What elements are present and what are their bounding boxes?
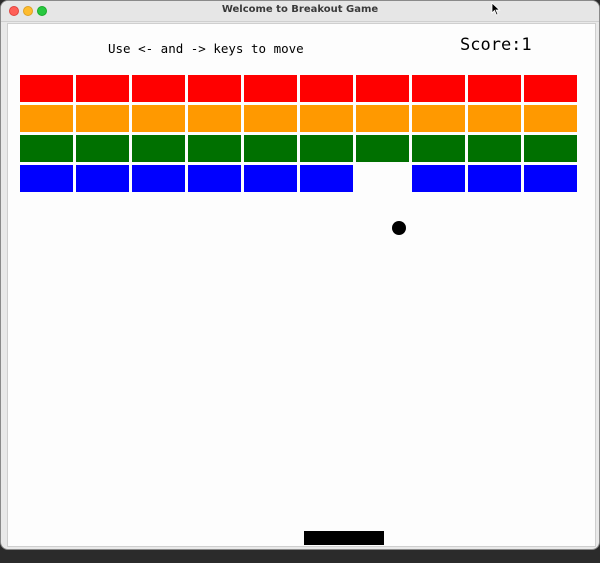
mouse-pointer-icon bbox=[491, 2, 501, 16]
brick bbox=[468, 135, 521, 162]
title-bar[interactable]: Welcome to Breakout Game bbox=[1, 1, 599, 22]
brick bbox=[356, 135, 409, 162]
brick bbox=[412, 165, 465, 192]
brick bbox=[300, 75, 353, 102]
brick bbox=[468, 165, 521, 192]
brick bbox=[20, 105, 73, 132]
brick bbox=[132, 135, 185, 162]
brick bbox=[412, 105, 465, 132]
brick bbox=[188, 165, 241, 192]
brick bbox=[356, 75, 409, 102]
brick bbox=[76, 135, 129, 162]
brick bbox=[76, 165, 129, 192]
brick bbox=[132, 165, 185, 192]
brick bbox=[244, 105, 297, 132]
brick bbox=[20, 135, 73, 162]
brick bbox=[244, 165, 297, 192]
game-window: Welcome to Breakout Game Use <- and -> k… bbox=[0, 0, 600, 550]
brick bbox=[20, 75, 73, 102]
brick bbox=[468, 105, 521, 132]
brick bbox=[20, 165, 73, 192]
desktop-background bbox=[0, 550, 600, 563]
brick bbox=[132, 75, 185, 102]
brick bbox=[300, 105, 353, 132]
brick bbox=[188, 75, 241, 102]
brick bbox=[76, 75, 129, 102]
brick bbox=[524, 75, 577, 102]
brick bbox=[412, 135, 465, 162]
brick bbox=[76, 105, 129, 132]
brick bbox=[188, 105, 241, 132]
window-title: Welcome to Breakout Game bbox=[221, 4, 379, 15]
brick bbox=[132, 105, 185, 132]
brick bbox=[300, 165, 353, 192]
brick bbox=[356, 105, 409, 132]
brick bbox=[412, 75, 465, 102]
brick bbox=[188, 135, 241, 162]
brick bbox=[524, 135, 577, 162]
brick-wall bbox=[8, 24, 595, 224]
brick bbox=[244, 75, 297, 102]
ball bbox=[392, 221, 406, 235]
paddle bbox=[304, 531, 384, 545]
brick bbox=[524, 105, 577, 132]
game-canvas[interactable]: Use <- and -> keys to move Score:1 bbox=[7, 23, 596, 547]
brick bbox=[300, 135, 353, 162]
brick bbox=[468, 75, 521, 102]
brick bbox=[524, 165, 577, 192]
brick bbox=[244, 135, 297, 162]
